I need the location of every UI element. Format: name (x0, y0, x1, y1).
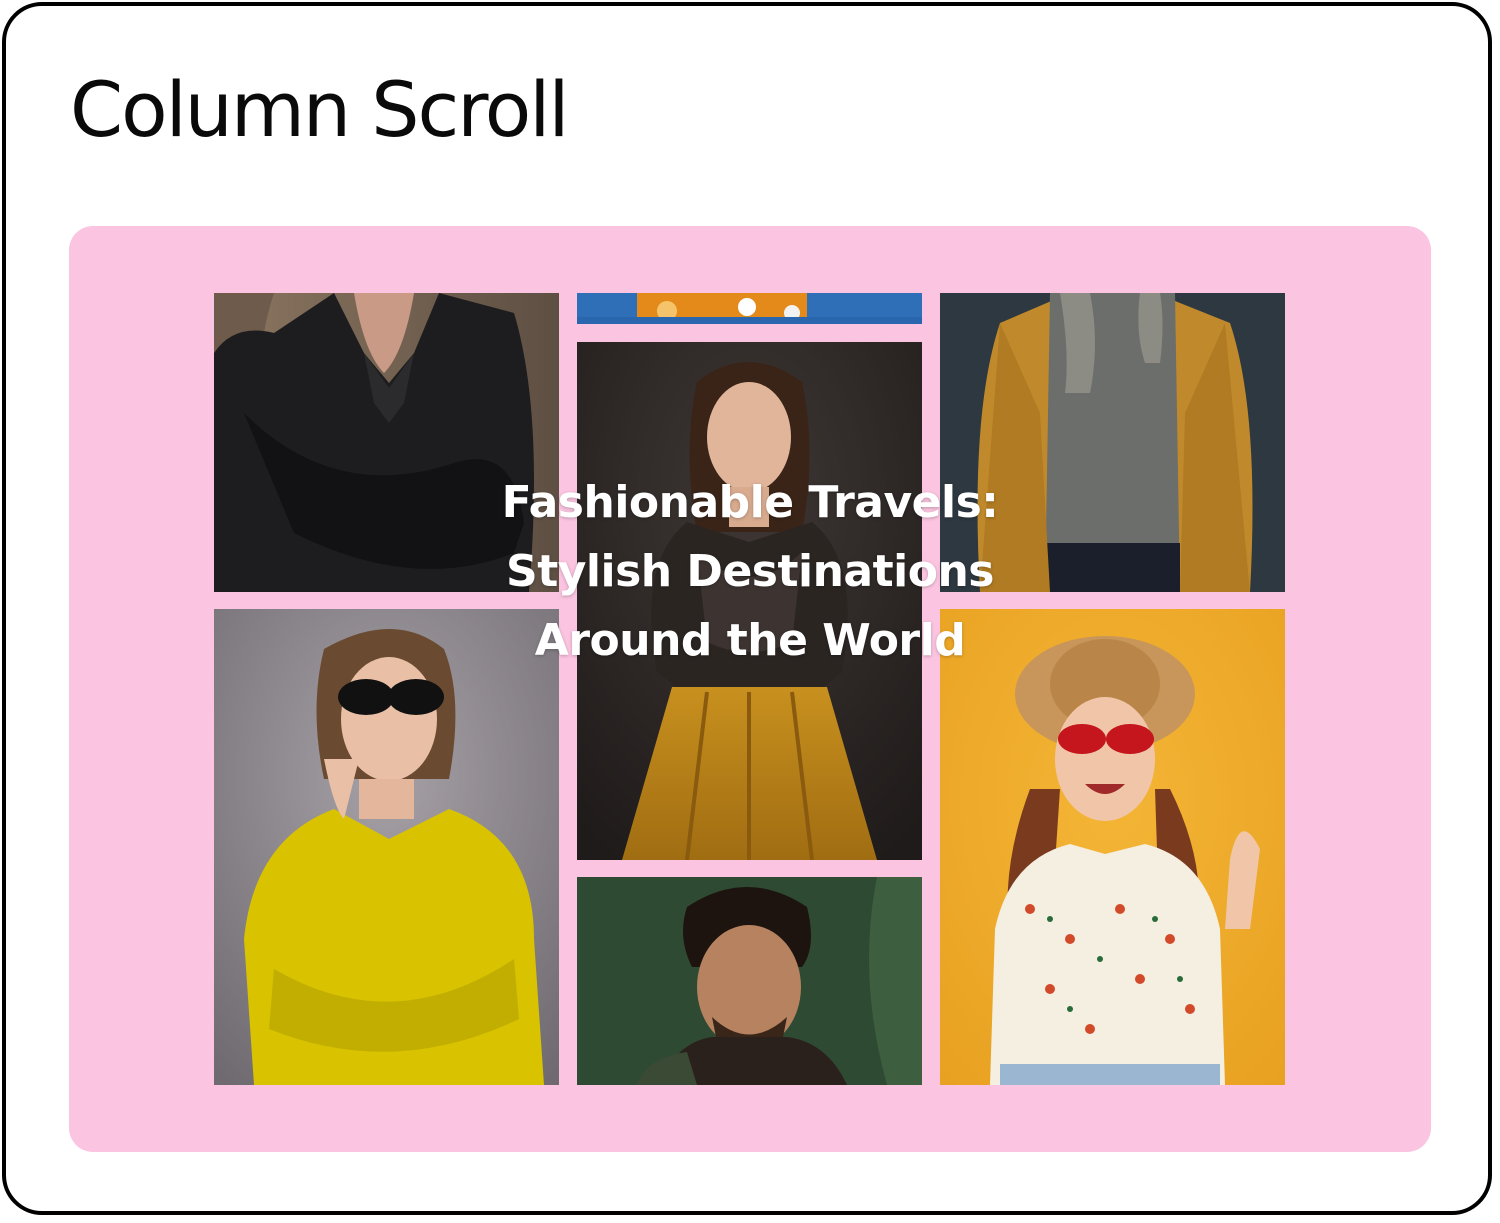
photo-woman-yellow-coat-sunglasses[interactable] (214, 609, 559, 1085)
page-title: Column Scroll (70, 65, 570, 154)
photo-woman-straw-hat-red-sunglasses[interactable] (940, 609, 1285, 1085)
gallery-headline: Fashionable Travels: Stylish Destination… (501, 477, 999, 666)
photo-colorful-partial[interactable] (577, 293, 922, 324)
photo-man-curly-hair-green-backdrop[interactable] (577, 877, 922, 1085)
